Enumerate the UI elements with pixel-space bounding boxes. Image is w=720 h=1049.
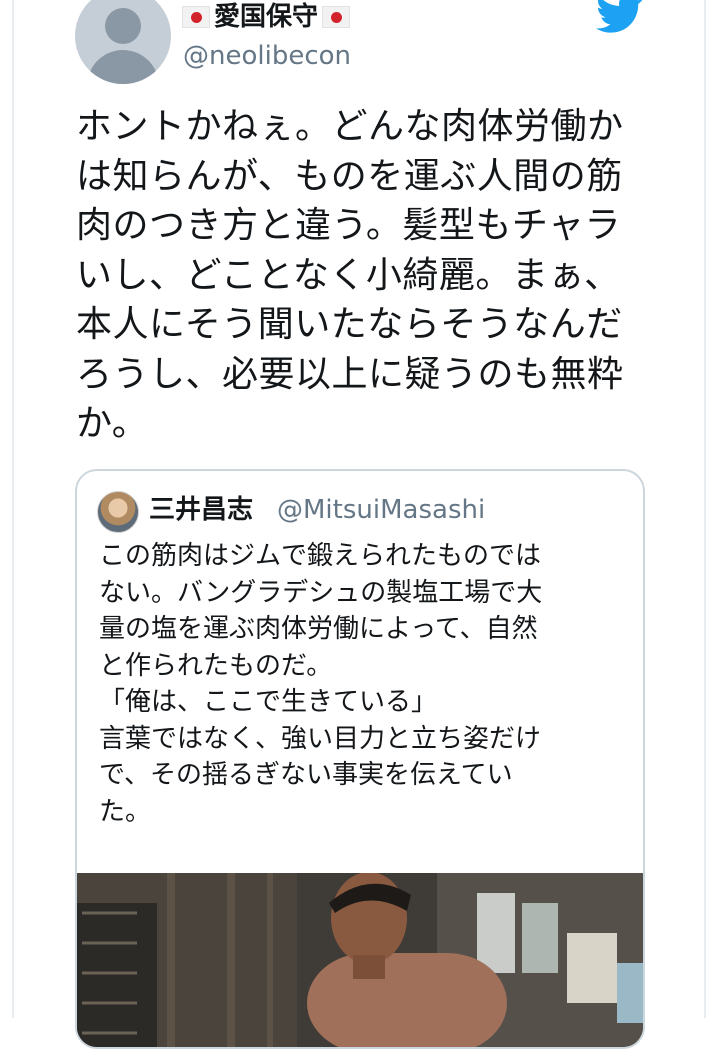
tweet-text: ホントかねぇ。どんな肉体労働か は知らんが、ものを運ぶ人間の筋 肉のつき方と違う…: [76, 104, 656, 451]
author-name-row[interactable]: 愛国保守: [182, 0, 351, 34]
tweet-line: ろうし、必要以上に疑うのも無粋: [76, 355, 624, 397]
quoted-line: た。: [99, 797, 152, 828]
japan-flag-icon: [322, 6, 351, 28]
author-avatar[interactable]: [75, 0, 171, 84]
author-handle[interactable]: @neolibecon: [183, 40, 351, 72]
quoted-author-avatar[interactable]: [97, 491, 139, 533]
quoted-author-display-name: 三井昌志: [149, 495, 254, 525]
tweet-line: 本人にそう聞いたならそうなんだ: [76, 306, 623, 347]
quoted-line: 「俺は、ここで生きている」: [99, 688, 438, 718]
tweet-line: いし、どことなく小綺麗。まぁ、: [76, 256, 621, 298]
quoted-author-handle: @MitsuiMasashi: [277, 495, 486, 525]
quoted-line: ない。バングラデシュの製塩工場で大: [99, 578, 543, 609]
tweet-line: ホントかねぇ。どんな肉体労働か: [76, 108, 624, 149]
quoted-line: 量の塩を運ぶ肉体労働によって、自然: [99, 615, 538, 645]
tweet-line: か。: [76, 405, 149, 446]
author-display-name[interactable]: 愛国保守: [214, 2, 318, 32]
twitter-bird-icon[interactable]: [596, 0, 644, 34]
timeline-border-right: [704, 0, 706, 1018]
quoted-line: で、その揺るぎない事実を伝えてい: [99, 761, 513, 791]
quoted-tweet-photo[interactable]: [77, 873, 643, 1049]
quoted-tweet-text: この筋肉はジムで鍛えられたものでは ない。バングラデシュの製塩工場で大 量の塩を…: [99, 539, 629, 831]
quoted-line: 言葉ではなく、強い目力と立ち姿だけ: [99, 724, 542, 755]
quoted-line: と作られたものだ。: [99, 651, 333, 682]
default-profile-icon: [105, 8, 141, 44]
tweet-line: は知らんが、ものを運ぶ人間の筋: [76, 157, 623, 199]
tweet-line: 肉のつき方と違う。髪型もチャラ: [76, 207, 621, 248]
quoted-tweet-card[interactable]: 三井昌志 @MitsuiMasashi この筋肉はジムで鍛えられたものでは ない…: [75, 469, 645, 1049]
japan-flag-icon: [182, 6, 210, 28]
timeline-border-left: [12, 0, 14, 1018]
quoted-line: この筋肉はジムで鍛えられたものでは: [99, 542, 542, 572]
